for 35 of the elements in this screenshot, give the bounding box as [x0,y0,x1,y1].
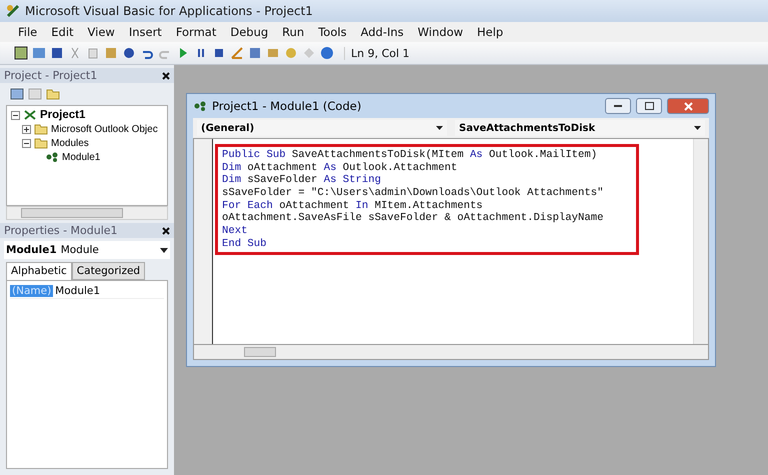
menu-item[interactable]: Insert [122,25,168,39]
menu-item[interactable]: Add-Ins [354,25,410,39]
menu-item[interactable]: Help [471,25,510,39]
object-type[interactable]: Module [60,244,156,256]
code-window-title: Project1 - Module1 (Code) [212,99,362,113]
pane-title: Project - Project1 [4,69,98,82]
code-line: Dim sSaveFolder As String [222,174,382,187]
property-value[interactable]: Module1 [53,285,100,297]
code-line: Public Sub SaveAttachmentsToDisk(MItem As Outlook.MailItem) [222,149,598,162]
cursor-position: Ln 9, Col 1 [344,46,509,60]
menu-item[interactable]: Window [412,25,470,39]
window-title: Microsoft Visual Basic for Applications - Project1 [25,4,313,18]
object-dropdown[interactable]: (General) [197,120,447,136]
code-line: sSaveFolder = "C:\Users\admin\Downloads\Outlook Attachments" [222,187,604,200]
menu-item[interactable]: Tools [312,25,353,39]
code-line: Next [222,225,248,238]
menu-item[interactable]: View [82,25,121,39]
code-line: Dim oAttachment As Outlook.Attachment [222,162,458,174]
menu-item[interactable]: File [12,25,44,39]
procedure-dropdown[interactable]: SaveAttachmentsToDisk [455,120,705,136]
code-line: For Each oAttachment In MItem.Attachments [222,200,484,212]
menu-item[interactable]: Format [170,25,222,39]
tab[interactable]: Alphabetic [6,262,72,280]
pane-title: Properties - Module1 [4,224,118,237]
tree-item-label[interactable]: Microsoft Outlook Objec [51,124,158,134]
menu-item[interactable]: Debug [224,25,274,39]
tree-item-label[interactable]: Project1 [40,109,86,121]
menu-item[interactable]: Run [276,25,310,39]
code-line: End Sub [222,238,268,250]
tab[interactable]: Categorized [72,262,146,280]
tree-item-label[interactable]: Module1 [62,152,100,162]
object-name[interactable]: Module1 [6,244,57,256]
menu-item[interactable]: Edit [45,25,80,39]
tree-item-label[interactable]: Modules [51,138,89,148]
code-line: oAttachment.SaveAsFile sSaveFolder & oAttachment.DisplayName [222,212,604,226]
